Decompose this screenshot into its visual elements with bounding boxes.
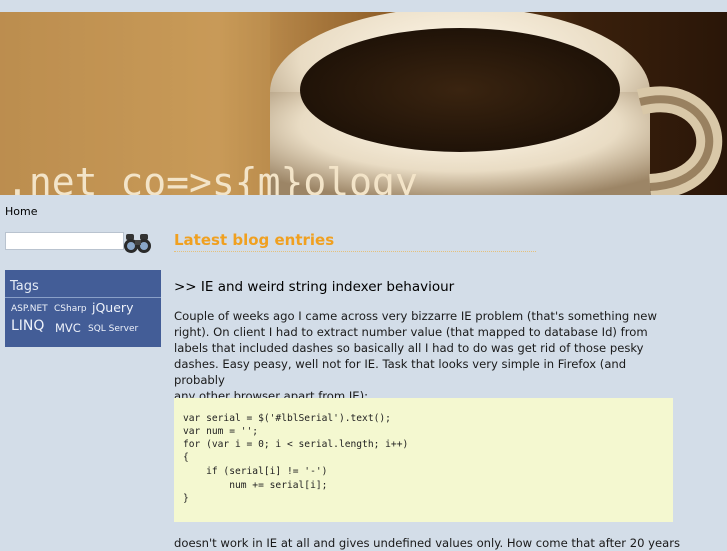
nav-home-link[interactable]: Home: [5, 205, 37, 218]
section-title: Latest blog entries: [174, 231, 335, 249]
paragraph-line: Couple of weeks ago I came across very b…: [174, 309, 657, 323]
code-line: {: [183, 452, 189, 463]
tag-csharp[interactable]: CSharp: [54, 304, 87, 314]
paragraph-line: dashes. Easy peasy, well not for IE. Tas…: [174, 357, 627, 387]
site-title: .net co=>s{m}ology: [6, 160, 418, 195]
tags-divider: [5, 297, 161, 298]
code-line: }: [183, 493, 189, 504]
binoculars-icon[interactable]: [123, 232, 153, 254]
code-line: for (var i = 0; i < serial.length; i++): [183, 439, 409, 450]
code-block: var serial = $('#lblSerial').text(); var…: [174, 398, 673, 522]
tag-linq[interactable]: LINQ: [11, 318, 44, 334]
tag-aspnet[interactable]: ASP.NET: [11, 304, 48, 314]
paragraph-line: labels that included dashes so basically…: [174, 341, 644, 355]
top-strip: [0, 0, 727, 12]
post-paragraph-continued: doesn't work in IE at all and gives unde…: [174, 536, 681, 550]
post-title[interactable]: >> IE and weird string indexer behaviour: [174, 279, 454, 295]
post-paragraph: Couple of weeks ago I came across very b…: [174, 308, 679, 404]
breadcrumb: Home: [5, 205, 37, 218]
code-line: var serial = $('#lblSerial').text();: [183, 413, 391, 424]
tags-title: Tags: [10, 279, 39, 294]
section-divider: [174, 251, 536, 252]
paragraph-line: right). On client I had to extract numbe…: [174, 325, 648, 339]
search-box: [5, 232, 161, 254]
code-line: num += serial[i];: [183, 480, 328, 491]
header-banner: .net co=>s{m}ology: [0, 12, 727, 195]
code-line: var num = '';: [183, 426, 259, 437]
tag-jquery[interactable]: jQuery: [92, 300, 133, 315]
tag-mvc[interactable]: MVC: [55, 321, 81, 335]
code-line: if (serial[i] != '-'): [183, 466, 328, 477]
tags-panel: Tags ASP.NET CSharp jQuery LINQ MVC SQL …: [5, 270, 161, 347]
search-input[interactable]: [5, 232, 124, 250]
tag-sql-server[interactable]: SQL Server: [88, 324, 138, 334]
